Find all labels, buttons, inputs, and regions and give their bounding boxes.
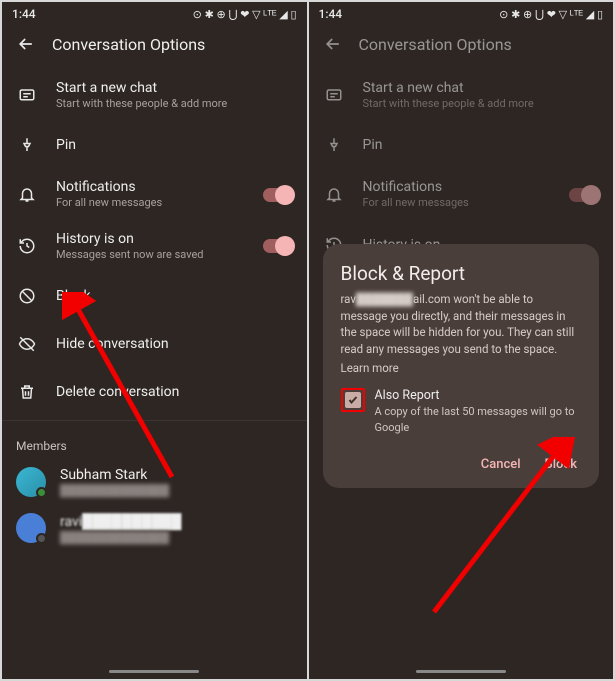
block-button[interactable]: Block [545, 457, 577, 472]
option-new-chat: Start a new chat Start with these people… [309, 70, 614, 121]
back-icon[interactable] [323, 34, 343, 54]
option-block[interactable]: Block [2, 272, 307, 320]
member-row-2[interactable]: ravi██████████ ██████████████ [2, 505, 307, 552]
annotation-highlight [341, 388, 365, 412]
member-row-1[interactable]: Subham Stark ██████████████ [2, 459, 307, 505]
member-email: ██████████████ [60, 531, 293, 544]
option-pin: Pin [309, 121, 614, 169]
status-icons: ⊙ ✱ ⊕ ⋃ ❤ ▽ ᴸᵀᴱ ◢ ▯ [193, 8, 297, 21]
option-pin[interactable]: Pin [2, 121, 307, 169]
option-notifications: Notifications For all new messages [309, 169, 614, 220]
status-bar: 1:44 ⊙ ✱ ⊕ ⋃ ❤ ▽ ᴸᵀᴱ ◢ ▯ [2, 2, 307, 24]
option-title: Block [56, 288, 293, 304]
option-notifications[interactable]: Notifications For all new messages [2, 169, 307, 220]
also-report-label: Also Report [375, 388, 582, 403]
bell-icon [16, 186, 38, 204]
option-subtitle: For all new messages [363, 196, 552, 210]
status-icons: ⊙ ✱ ⊕ ⋃ ❤ ▽ ᴸᵀᴱ ◢ ▯ [499, 8, 603, 21]
back-icon[interactable] [16, 34, 36, 54]
option-title: Notifications [56, 179, 245, 195]
option-subtitle: For all new messages [56, 196, 245, 210]
page-title: Conversation Options [52, 35, 205, 54]
also-report-checkbox[interactable] [345, 392, 361, 408]
pin-icon [16, 136, 38, 154]
cancel-button[interactable]: Cancel [481, 457, 521, 472]
block-icon [16, 287, 38, 305]
option-new-chat[interactable]: Start a new chat Start with these people… [2, 70, 307, 121]
learn-more-link[interactable]: Learn more [341, 360, 582, 377]
option-title: Pin [363, 137, 600, 153]
header: Conversation Options [309, 24, 614, 70]
bell-icon [323, 186, 345, 204]
option-history[interactable]: History is on Messages sent now are save… [2, 221, 307, 272]
option-title: Start a new chat [363, 80, 600, 96]
dialog-title: Block & Report [341, 262, 582, 285]
member-name: Subham Stark [60, 467, 293, 483]
option-subtitle: Start with these people & add more [363, 97, 600, 111]
option-title: Pin [56, 137, 293, 153]
status-time: 1:44 [319, 7, 343, 21]
option-hide[interactable]: Hide conversation [2, 320, 307, 368]
avatar [16, 513, 46, 543]
toggle-notifications [569, 188, 599, 202]
header: Conversation Options [2, 24, 307, 70]
trash-icon [16, 383, 38, 401]
avatar [16, 467, 46, 497]
hide-icon [16, 335, 38, 353]
toggle-notifications[interactable] [263, 188, 293, 202]
option-delete[interactable]: Delete conversation [2, 368, 307, 416]
chat-icon [323, 87, 345, 105]
member-name: ravi██████████ [60, 513, 293, 530]
dialog-body-pre: rav [341, 292, 356, 306]
option-subtitle: Start with these people & add more [56, 97, 293, 111]
dialog-body: rav███████ail.com won't be able to messa… [341, 291, 582, 376]
option-title: Start a new chat [56, 80, 293, 96]
nav-bar[interactable] [416, 670, 506, 673]
page-title: Conversation Options [359, 35, 512, 54]
also-report-sub: A copy of the last 50 messages will go t… [375, 404, 582, 435]
history-icon [16, 237, 38, 255]
screen-right: 1:44 ⊙ ✱ ⊕ ⋃ ❤ ▽ ᴸᵀᴱ ◢ ▯ Conversation Op… [309, 2, 614, 679]
block-report-dialog: Block & Report rav███████ail.com won't b… [323, 244, 600, 488]
toggle-history[interactable] [263, 239, 293, 253]
option-title: History is on [56, 231, 245, 247]
member-email: ██████████████ [60, 484, 293, 497]
status-time: 1:44 [12, 7, 36, 21]
members-label: Members [2, 420, 307, 459]
chat-icon [16, 87, 38, 105]
status-bar: 1:44 ⊙ ✱ ⊕ ⋃ ❤ ▽ ᴸᵀᴱ ◢ ▯ [309, 2, 614, 24]
option-title: Hide conversation [56, 336, 293, 352]
option-title: Delete conversation [56, 384, 293, 400]
pin-icon [323, 136, 345, 154]
screen-left: 1:44 ⊙ ✱ ⊕ ⋃ ❤ ▽ ᴸᵀᴱ ◢ ▯ Conversation Op… [2, 2, 307, 679]
nav-bar[interactable] [109, 670, 199, 673]
option-title: Notifications [363, 179, 552, 195]
option-subtitle: Messages sent now are saved [56, 248, 245, 262]
